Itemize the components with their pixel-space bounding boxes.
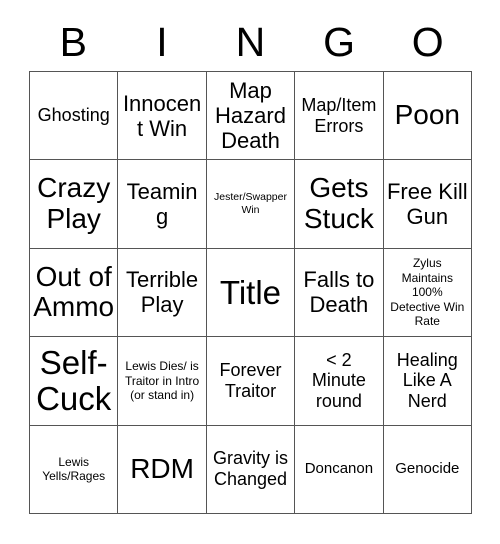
bingo-cell[interactable]: Healing Like A Nerd [383,337,472,426]
bingo-cell[interactable]: Genocide [383,425,472,514]
bingo-header-letter-g: G [323,19,356,65]
bingo-cell[interactable]: Terrible Play [118,248,207,338]
bingo-cell[interactable]: Innocent Win [118,72,207,161]
bingo-cell-label: Zylus Maintains 100% Detective Win Rate [390,255,465,329]
bingo-header-letter-o: O [411,19,444,65]
bingo-cell-label: Title [219,273,282,311]
bingo-cell[interactable]: Jester/Swapper Win [206,160,296,249]
bingo-cell[interactable]: < 2 Minute round [295,337,384,426]
bingo-cell-label: Out of Ammo [33,260,115,323]
bingo-header-letter-n: N [235,19,266,65]
bingo-cell-label: Forever Traitor [219,360,282,401]
bingo-cell[interactable]: Ghosting [30,72,119,161]
bingo-header-letter-i: I [156,19,168,65]
bingo-cell[interactable]: Lewis Dies/ is Traitor in Intro (or stan… [118,337,207,426]
bingo-cell-label: Map Hazard Death [215,78,286,154]
bingo-cell[interactable]: Self-Cuck [30,337,119,426]
bingo-cell[interactable]: Map/Item Errors [295,72,384,161]
bingo-cell[interactable]: Gravity is Changed [206,425,296,514]
bingo-cell[interactable]: Title [206,248,296,338]
bingo-cell-label: Poon [394,99,460,131]
bingo-cell-label: Jester/Swapper Win [214,191,287,217]
bingo-cell-label: Teaming [126,179,198,230]
bingo-cell-label: Crazy Play [37,172,111,235]
bingo-cell-label: Gets Stuck [303,172,374,235]
bingo-cell[interactable]: Crazy Play [30,160,119,249]
bingo-card: B I N G O Ghosting Innocent Win Map Hazard Dea… [0,0,500,544]
bingo-cell-label: Healing Like A Nerd [396,349,458,412]
bingo-header-letter-b: B [59,19,87,65]
bingo-cell-label: Lewis Dies/ is Traitor in Intro (or stan… [124,358,200,403]
bingo-cell-label: Innocent Win [122,90,202,141]
bingo-cell-label: Map/Item Errors [301,94,377,136]
bingo-cell[interactable]: Out of Ammo [30,248,119,338]
bingo-cell[interactable]: Teaming [118,160,207,249]
bingo-cell[interactable]: Doncanon [295,425,384,514]
bingo-cell-label: Free Kill Gun [386,179,468,230]
bingo-cell-label: Doncanon [304,460,374,478]
bingo-cell[interactable]: Lewis Yells/Rages [30,425,119,514]
bingo-cell[interactable]: Falls to Death [295,248,384,338]
bingo-cell-label: Self-Cuck [36,344,112,417]
bingo-cell[interactable]: Forever Traitor [206,337,296,426]
bingo-cell-label: Gravity is Changed [212,448,288,490]
bingo-cell-label: Lewis Yells/Rages [42,454,106,484]
bingo-cell[interactable]: RDM [118,425,207,514]
bingo-cell[interactable]: Map Hazard Death [206,72,296,161]
bingo-cell-label: < 2 Minute round [311,349,366,412]
bingo-cell-label: Terrible Play [126,267,199,318]
bingo-cell-label: RDM [130,452,194,484]
bingo-cell-label: Ghosting [37,105,110,126]
bingo-header-row: BINGO [29,14,472,71]
bingo-cell[interactable]: Gets Stuck [295,160,384,249]
bingo-grid: Ghosting Innocent Win Map Hazard Death Map/… [29,71,472,514]
bingo-cell[interactable]: Zylus Maintains 100% Detective Win Rate [383,248,472,338]
bingo-cell-label: Falls to Death [303,267,375,318]
bingo-cell-label: Genocide [395,460,460,478]
bingo-cell[interactable]: Poon [383,72,472,161]
bingo-cell[interactable]: Free Kill Gun [383,160,472,249]
